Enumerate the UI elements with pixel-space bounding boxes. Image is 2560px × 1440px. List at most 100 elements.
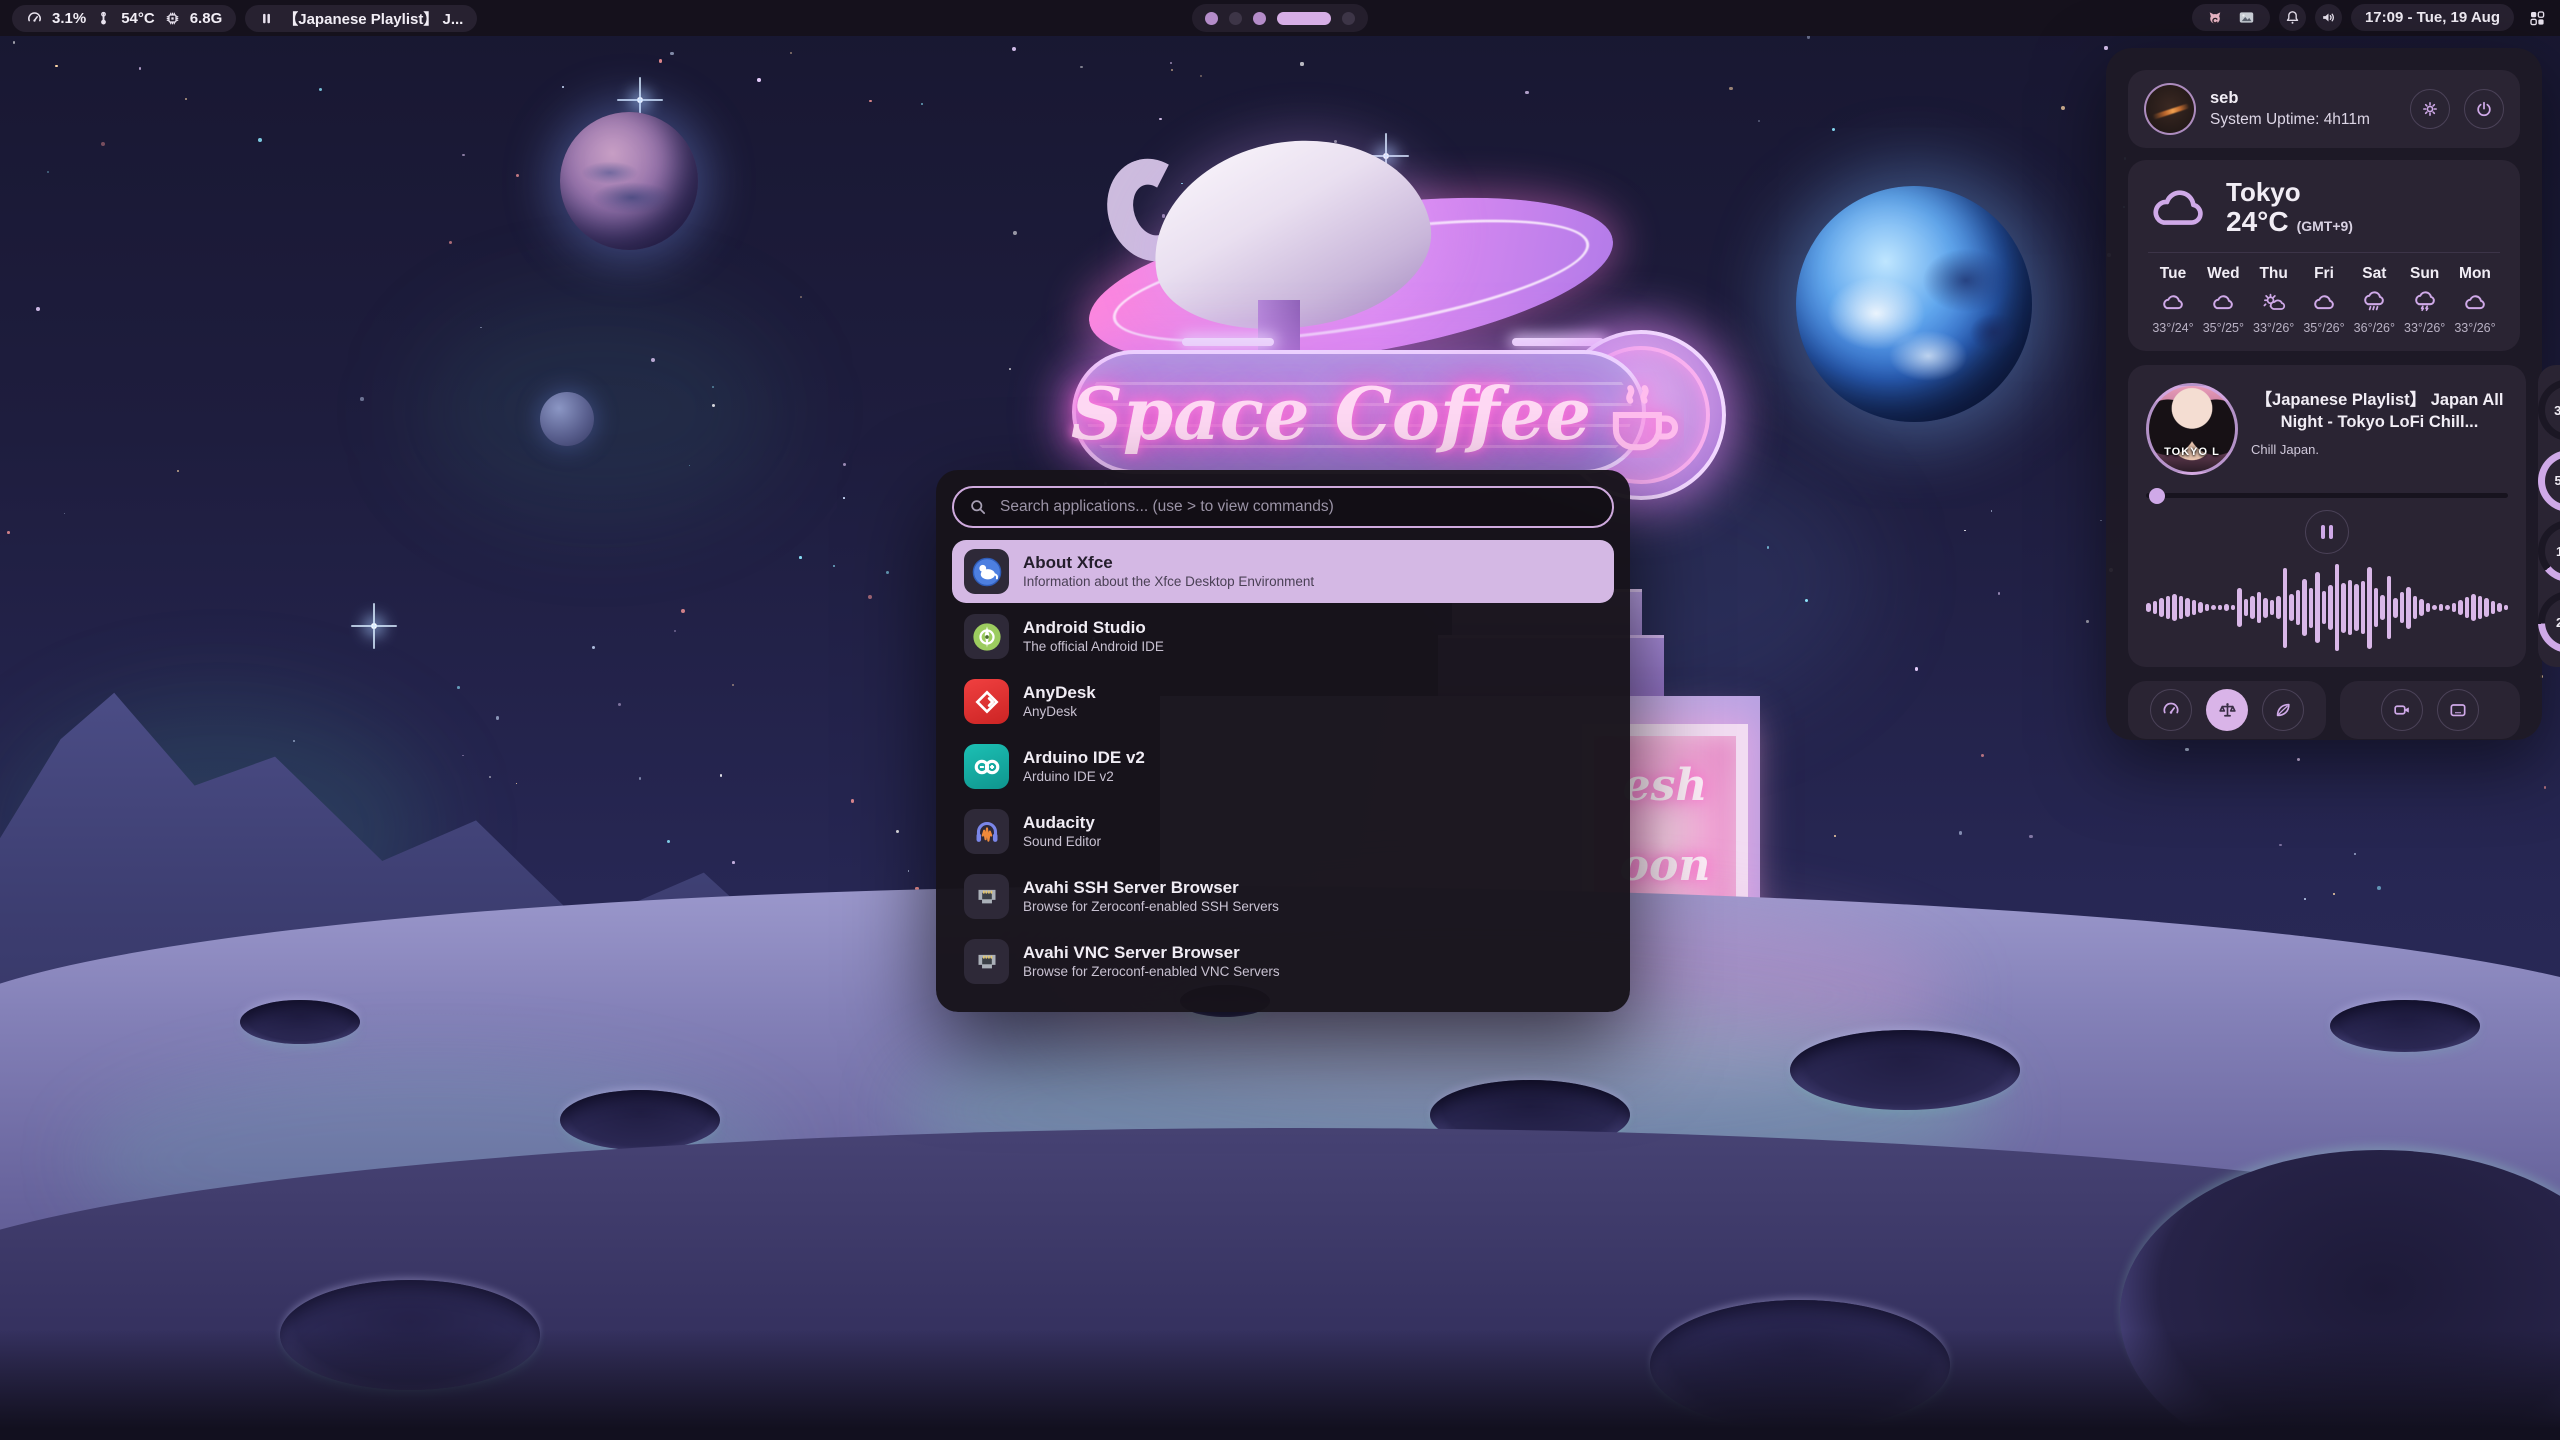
cloud-icon: [2209, 291, 2237, 313]
screenshot-button[interactable]: [2437, 689, 2479, 731]
gauge-disk: 24%: [2538, 591, 2560, 653]
system-stats-pill[interactable]: 3.1% 54°C 6.8G: [12, 5, 236, 32]
app-name: Audacity: [1023, 812, 1101, 833]
weather-timezone: (GMT+9): [2297, 218, 2353, 234]
app-row-arduino[interactable]: Arduino IDE v2 Arduino IDE v2: [952, 735, 1614, 798]
sun-cloud-icon: [2260, 291, 2288, 313]
bright-star: [371, 623, 377, 629]
gear-icon: [2420, 99, 2440, 119]
star: [833, 565, 835, 567]
star: [2279, 844, 2282, 847]
workspace-dot-occupied[interactable]: [1205, 12, 1218, 25]
cloud-icon: [2310, 291, 2338, 313]
weather-city: Tokyo: [2226, 178, 2353, 206]
speaker-icon: [2320, 9, 2337, 26]
pause-button[interactable]: [2305, 510, 2349, 554]
gauge-value: 3.1%: [2554, 403, 2560, 418]
visualizer-bar: [2159, 598, 2164, 616]
star: [670, 52, 674, 56]
star: [7, 531, 10, 534]
workspace-dot-empty[interactable]: [1229, 12, 1242, 25]
visualizer-bar: [2354, 584, 2359, 631]
star: [869, 100, 871, 102]
neon-cup-icon: [1598, 372, 1684, 458]
visualizer-bar: [2309, 588, 2314, 628]
app-name: Avahi VNC Server Browser: [1023, 942, 1280, 963]
search-input[interactable]: [952, 486, 1614, 528]
app-row-avahi-vnc[interactable]: Avahi VNC Server Browser Browse for Zero…: [952, 930, 1614, 993]
cloud-icon: [2148, 184, 2210, 232]
forecast-temps: 33°/24°: [2152, 321, 2193, 335]
app-name: Android Studio: [1023, 617, 1164, 638]
visualizer-bar: [2270, 600, 2275, 615]
visualizer-bar: [2296, 590, 2301, 625]
app-row-avahi-ssh[interactable]: Avahi SSH Server Browser Browse for Zero…: [952, 865, 1614, 928]
star: [1159, 118, 1161, 120]
gauge-temperature: 54°C: [2538, 450, 2560, 512]
visualizer-bar: [2302, 579, 2307, 635]
forecast-day: Thu 33°/26°: [2249, 265, 2299, 335]
cloud-icon: [2159, 291, 2187, 313]
star: [659, 59, 663, 63]
forecast-temps: 33°/26°: [2253, 321, 2294, 335]
star: [674, 630, 676, 632]
app-name: About Xfce: [1023, 552, 1314, 573]
clock: 17:09 - Tue, 19 Aug: [2365, 9, 2500, 26]
star: [360, 397, 364, 401]
tray-pill: [2192, 4, 2270, 31]
forecast-row: Tue 33°/24° Wed 35°/25° Thu 33°/26° Fri: [2148, 265, 2500, 335]
workspace-dot-occupied[interactable]: [1253, 12, 1266, 25]
speedometer-icon: [26, 10, 43, 27]
volume-button[interactable]: [2315, 4, 2342, 31]
power-button[interactable]: [2464, 89, 2504, 129]
star: [1525, 91, 1529, 95]
forecast-day: Fri 35°/26°: [2299, 265, 2349, 335]
progress-knob[interactable]: [2149, 488, 2165, 504]
star: [896, 830, 899, 833]
star: [462, 755, 464, 757]
visualizer-bar: [2283, 568, 2288, 648]
star: [2297, 758, 2300, 761]
settings-button[interactable]: [2410, 89, 2450, 129]
app-dashboard-button[interactable]: [2523, 4, 2550, 31]
star: [562, 86, 564, 88]
screen-record-button[interactable]: [2381, 689, 2423, 731]
track-progress-bar[interactable]: [2146, 493, 2508, 498]
app-row-android-studio[interactable]: Android Studio The official Android IDE: [952, 605, 1614, 668]
forecast-day: Mon 33°/26°: [2450, 265, 2500, 335]
powersave-mode-button[interactable]: [2262, 689, 2304, 731]
star: [689, 465, 691, 467]
forecast-day: Tue 33°/24°: [2148, 265, 2198, 335]
cat-icon[interactable]: [2206, 9, 2224, 27]
now-playing-pill[interactable]: 【Japanese Playlist】 J...: [245, 5, 477, 32]
performance-mode-button[interactable]: [2150, 689, 2192, 731]
app-launcher: About Xfce Information about the Xfce De…: [936, 470, 1630, 1012]
album-art-caption: TOKYO L: [2149, 446, 2235, 458]
small-moon: [540, 392, 594, 446]
balanced-mode-button[interactable]: [2206, 689, 2248, 731]
star: [293, 740, 295, 742]
visualizer-bar: [2380, 595, 2385, 620]
star: [681, 609, 685, 613]
workspace-dot-active[interactable]: [1277, 12, 1331, 25]
app-description: Sound Editor: [1023, 833, 1101, 851]
wallpaper-image-icon[interactable]: [2237, 8, 2256, 27]
star: [2354, 853, 2356, 855]
scales-icon: [2217, 700, 2238, 721]
app-row-audacity[interactable]: Audacity Sound Editor: [952, 800, 1614, 863]
app-description: Information about the Xfce Desktop Envir…: [1023, 573, 1314, 591]
pause-icon: [2321, 525, 2325, 539]
star: [843, 463, 847, 467]
app-row-about-xfce[interactable]: About Xfce Information about the Xfce De…: [952, 540, 1614, 603]
app-row-anydesk[interactable]: AnyDesk AnyDesk: [952, 670, 1614, 733]
avatar[interactable]: [2144, 83, 2196, 135]
star: [1729, 87, 1733, 91]
clock-pill[interactable]: 17:09 - Tue, 19 Aug: [2351, 4, 2514, 31]
workspace-dot-empty[interactable]: [1342, 12, 1355, 25]
android-studio-icon: [964, 614, 1009, 659]
notifications-button[interactable]: [2279, 4, 2306, 31]
visualizer-bar: [2244, 599, 2249, 615]
star: [1013, 231, 1017, 235]
visualizer-bar: [2419, 599, 2424, 615]
album-art[interactable]: TOKYO L: [2146, 383, 2238, 475]
